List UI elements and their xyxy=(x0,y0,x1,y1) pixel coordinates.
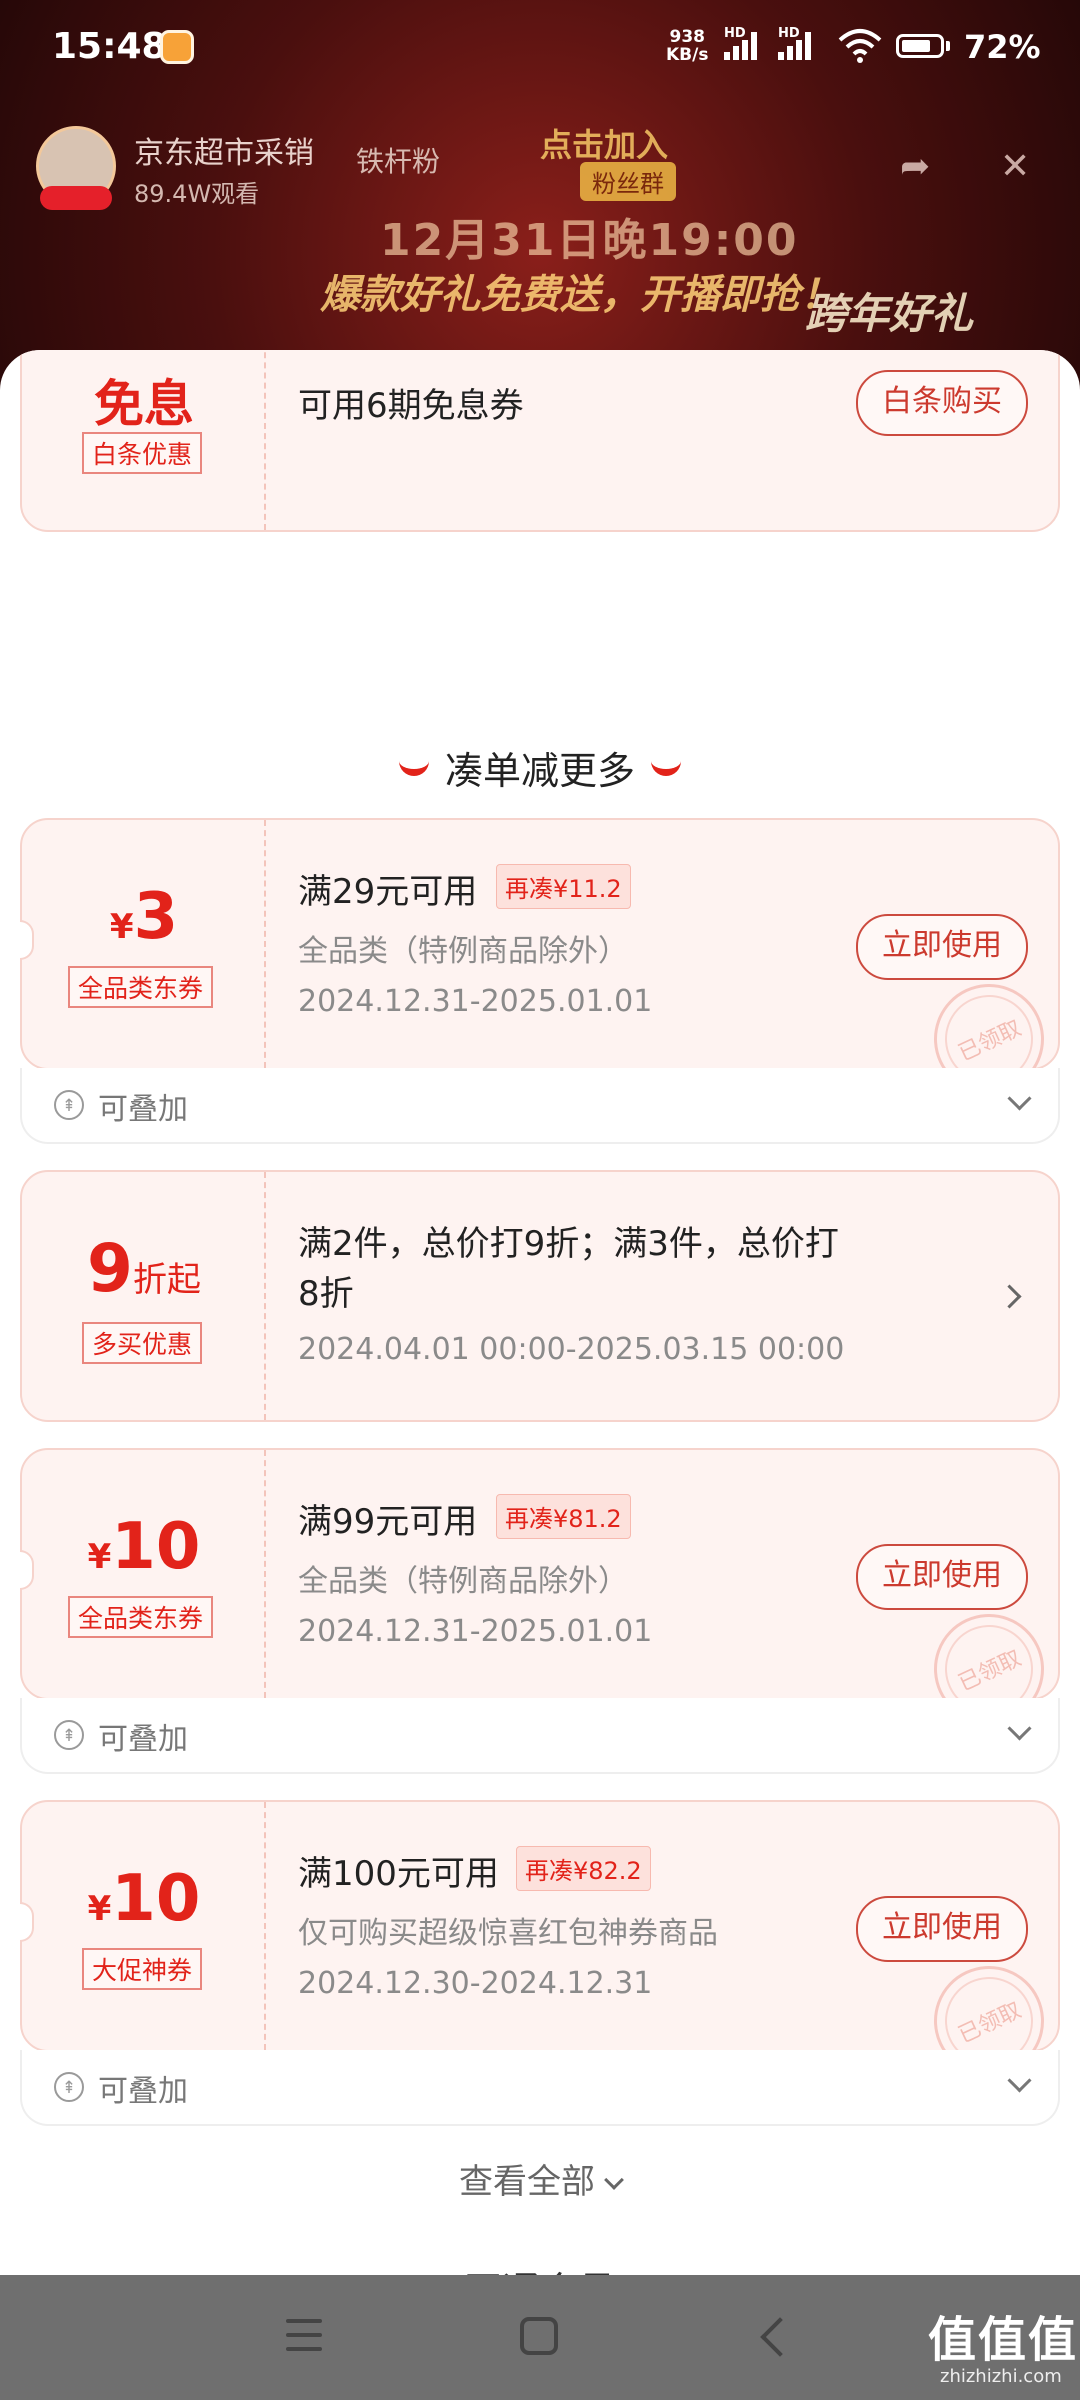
smile-icon xyxy=(398,755,429,776)
coupon-scope: 全品类（特例商品除外） xyxy=(298,934,628,969)
close-live-icon[interactable]: ✕ xyxy=(1000,146,1030,187)
coupon-card[interactable]: ¥10 大促神券 满100元可用 再凑¥82.2 仅可购买超级惊喜红包神券商品 … xyxy=(20,1800,1060,2052)
battery-tip xyxy=(946,41,950,51)
fan-badge[interactable]: 铁杆粉 xyxy=(356,140,440,180)
coupon-scope: 全品类（特例商品除外） xyxy=(298,1564,628,1599)
streamer-name[interactable]: 京东超市采销 xyxy=(134,128,314,172)
fan-group-badge[interactable]: 粉丝群 xyxy=(580,162,676,201)
multi-buy-date: 2024.04.01 00:00-2025.03.15 00:00 xyxy=(298,1332,845,1367)
coupon-tag: 大促神券 xyxy=(82,1948,203,1990)
multi-buy-discount: 9折起 xyxy=(87,1230,201,1307)
stackable-row[interactable]: ⇞ 可叠加 xyxy=(20,1068,1060,1144)
wifi-icon xyxy=(838,29,882,63)
coupon-condition: 满99元可用 xyxy=(298,1502,478,1542)
coupon-date: 2024.12.30-2024.12.31 xyxy=(298,1966,653,2001)
status-bar: 15:48 938 KB/s HD HD 72% xyxy=(0,0,1080,96)
coupon-left-panel: 免息 白条优惠 xyxy=(22,350,266,530)
back-icon[interactable] xyxy=(760,2317,800,2357)
claimed-stamp: 已领取 xyxy=(926,1952,1056,2052)
watermark-site: zhizhizhi.com xyxy=(940,2366,1062,2387)
baitiao-big-label: 免息 xyxy=(94,375,194,433)
multi-buy-line2: 8折 xyxy=(298,1274,354,1314)
coupon-left-panel: ¥3 全品类东券 xyxy=(22,820,266,1068)
multi-buy-card[interactable]: 9折起 多买优惠 满2件，总价打9折；满3件，总价打 8折 2024.04.01… xyxy=(20,1170,1060,1422)
chevron-down-icon xyxy=(604,2170,624,2190)
stack-icon: ⇞ xyxy=(54,2072,84,2102)
chevron-down-icon[interactable] xyxy=(1007,1716,1032,1741)
stack-icon: ⇞ xyxy=(54,1090,84,1120)
stack-icon: ⇞ xyxy=(54,1720,84,1750)
coupon-left-panel: ¥10 全品类东券 xyxy=(22,1450,266,1698)
add-more-chip: 再凑¥11.2 xyxy=(496,864,631,909)
coupon-tag: 全品类东券 xyxy=(68,1596,214,1638)
banner-promo: 爆款好礼免费送，开播即抢！ xyxy=(320,272,840,318)
network-speed: 938 KB/s xyxy=(666,27,709,65)
coupon-tag: 全品类东券 xyxy=(68,966,214,1008)
chevron-down-icon[interactable] xyxy=(1007,1086,1032,1111)
watermark-logo: 值值值 xyxy=(928,2312,1079,2368)
multi-buy-line1: 满2件，总价打9折；满3件，总价打 xyxy=(298,1224,839,1264)
coupon-scope: 仅可购买超级惊喜红包神券商品 xyxy=(298,1916,718,1951)
app-notification-icon xyxy=(160,30,194,64)
coupon-condition: 满29元可用 xyxy=(298,872,478,912)
banner-time: 12月31日晚19:00 xyxy=(380,215,799,266)
add-more-chip: 再凑¥82.2 xyxy=(516,1846,651,1891)
coupon-date: 2024.12.31-2025.01.01 xyxy=(298,984,653,1019)
next-section-title: 开通会员 xyxy=(0,2260,1080,2275)
stackable-label: 可叠加 xyxy=(98,1722,188,1757)
baitiao-text: 可用6期免息券 xyxy=(298,386,524,426)
chevron-right-icon[interactable] xyxy=(997,1284,1022,1309)
stackable-label: 可叠加 xyxy=(98,2074,188,2109)
battery-percent: 72% xyxy=(964,28,1041,66)
chevron-down-icon[interactable] xyxy=(1007,2068,1032,2093)
view-all-button[interactable]: 查看全部 xyxy=(0,2154,1080,2203)
smile-icon xyxy=(651,755,681,776)
claimed-stamp: 已领取 xyxy=(926,970,1056,1070)
coupon-amount: ¥3 xyxy=(109,880,179,954)
discount-sheet: 优惠 免息 白条优惠 可用6期免息券 白条购买 凑单减更多 ¥3 全品类东券 满… xyxy=(0,350,1080,2275)
stackable-label: 可叠加 xyxy=(98,1092,188,1127)
share-icon[interactable]: ➦ xyxy=(900,146,930,187)
coupon-condition: 满100元可用 xyxy=(298,1854,499,1894)
battery-icon xyxy=(896,34,944,58)
signal-icon-1 xyxy=(724,30,757,60)
coupon-left-panel: ¥10 大促神券 xyxy=(22,1802,266,2050)
banner-gift: 跨年好礼 xyxy=(805,289,974,338)
multi-buy-tag: 多买优惠 xyxy=(82,1322,203,1364)
coupon-card[interactable]: ¥3 全品类东券 满29元可用 再凑¥11.2 全品类（特例商品除外） 2024… xyxy=(20,818,1060,1070)
status-time: 15:48 xyxy=(52,26,167,67)
navigation-bar xyxy=(0,2275,1080,2400)
add-more-chip: 再凑¥81.2 xyxy=(496,1494,631,1539)
baitiao-card[interactable]: 免息 白条优惠 可用6期免息券 白条购买 xyxy=(20,350,1060,532)
coupon-date: 2024.12.31-2025.01.01 xyxy=(298,1614,653,1649)
baitiao-buy-button[interactable]: 白条购买 xyxy=(856,370,1028,436)
coupon-amount: ¥10 xyxy=(87,1510,201,1584)
menu-icon[interactable] xyxy=(286,2319,322,2361)
join-fan-group-link[interactable]: 点击加入 xyxy=(540,120,668,166)
section-heading: 凑单减更多 xyxy=(0,740,1080,795)
coupon-card[interactable]: ¥10 全品类东券 满99元可用 再凑¥81.2 全品类（特例商品除外） 202… xyxy=(20,1448,1060,1700)
coupon-amount: ¥10 xyxy=(87,1862,201,1936)
home-icon[interactable] xyxy=(520,2317,558,2355)
claimed-stamp: 已领取 xyxy=(926,1600,1056,1700)
stackable-row[interactable]: ⇞ 可叠加 xyxy=(20,2050,1060,2126)
baitiao-tag: 白条优惠 xyxy=(82,432,203,474)
coupon-left-panel: 9折起 多买优惠 xyxy=(22,1172,266,1420)
avatar-badge xyxy=(40,186,112,210)
view-count: 89.4W观看 xyxy=(134,180,260,208)
stackable-row[interactable]: ⇞ 可叠加 xyxy=(20,1698,1060,1774)
signal-icon-2 xyxy=(778,30,811,60)
